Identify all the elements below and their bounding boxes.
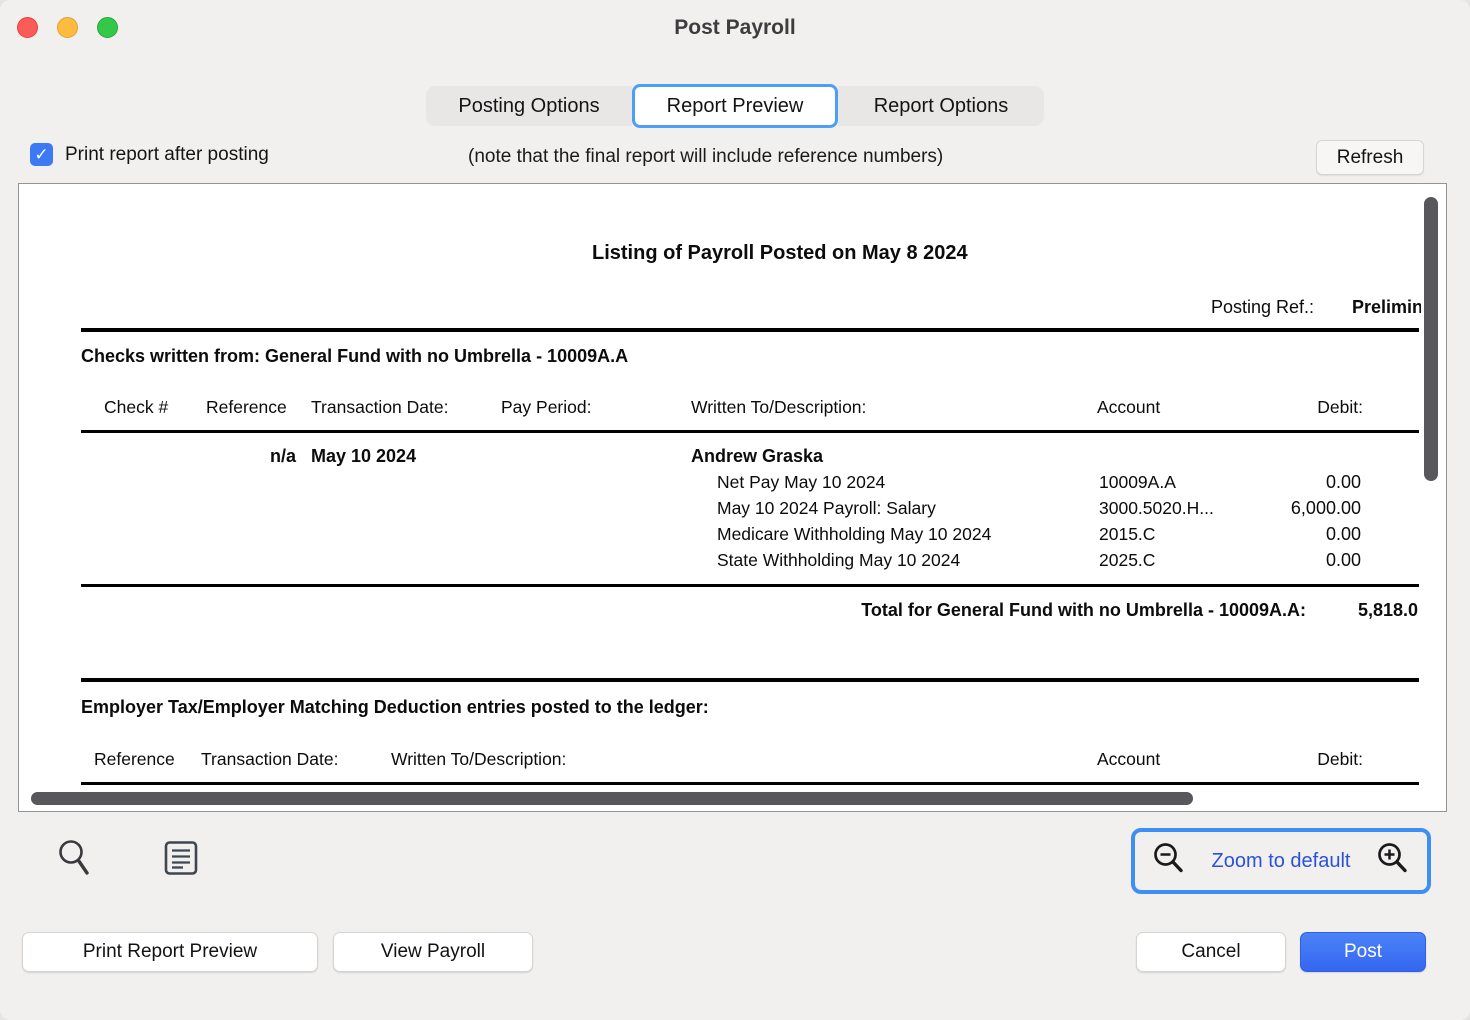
report-divider [81, 678, 1419, 682]
column-header-reference: Reference [206, 397, 287, 418]
options-row: ✓ Print report after posting (note that … [0, 140, 1470, 178]
print-report-checkbox[interactable]: ✓ Print report after posting [30, 143, 269, 166]
report-divider [81, 782, 1419, 785]
vertical-scrollbar[interactable] [1424, 197, 1438, 481]
entry-line-account: 10009A.A [1099, 472, 1176, 493]
minimize-window-button[interactable] [57, 17, 78, 38]
entry-line-debit: 0.00 [1197, 524, 1361, 545]
entry-line-account: 2015.C [1099, 524, 1155, 545]
report-divider [81, 328, 1419, 332]
entry-line-debit: 0.00 [1197, 550, 1361, 571]
refresh-button[interactable]: Refresh [1316, 140, 1424, 175]
window-title: Post Payroll [0, 0, 1470, 56]
report-title: Listing of Payroll Posted on May 8 2024 [592, 242, 968, 265]
report-preview-panel[interactable]: Listing of Payroll Posted on May 8 2024 … [18, 183, 1447, 812]
report-document: Listing of Payroll Posted on May 8 2024 … [19, 184, 1421, 811]
column-header-transaction-date: Transaction Date: [311, 397, 448, 418]
report-text-view-button[interactable] [163, 840, 199, 879]
column-header-debit: Debit: [1199, 749, 1363, 770]
entry-line-description: May 10 2024 Payroll: Salary [717, 498, 936, 519]
entry-line-debit: 6,000.00 [1197, 498, 1361, 519]
column-header-written-to: Written To/Description: [391, 749, 566, 770]
tab-posting-options[interactable]: Posting Options [426, 86, 632, 126]
zoom-to-default-label[interactable]: Zoom to default [1212, 850, 1351, 873]
column-header-reference: Reference [94, 749, 175, 770]
horizontal-scrollbar[interactable] [31, 792, 1193, 805]
print-report-preview-button[interactable]: Print Report Preview [22, 932, 318, 972]
report-document-icon [163, 864, 199, 879]
entry-reference: n/a [206, 446, 296, 467]
zoom-window-button[interactable] [97, 17, 118, 38]
fund-total-value: 5,818.0 [1358, 600, 1418, 621]
zoom-toolbar: Zoom to default [0, 826, 1470, 896]
posting-ref-value: Prelimina [1352, 297, 1421, 318]
fund-total-label: Total for General Fund with no Umbrella … [579, 600, 1306, 621]
entry-line-description: Medicare Withholding May 10 2024 [717, 524, 991, 545]
footer-button-bar: Print Report Preview View Payroll Cancel… [0, 932, 1470, 973]
entry-payee: Andrew Graska [691, 446, 823, 467]
report-divider [81, 430, 1419, 433]
cancel-button[interactable]: Cancel [1136, 932, 1286, 972]
post-button[interactable]: Post [1300, 932, 1426, 972]
column-header-account: Account [1097, 749, 1160, 770]
entry-line-debit: 0.00 [1197, 472, 1361, 493]
checkbox-checked-icon[interactable]: ✓ [30, 143, 53, 166]
zoom-out-icon[interactable] [1151, 841, 1187, 882]
print-report-checkbox-label: Print report after posting [65, 144, 269, 166]
report-divider [81, 584, 1419, 587]
entry-line-account: 2025.C [1099, 550, 1155, 571]
magnifier-icon [56, 869, 94, 884]
view-payroll-button[interactable]: View Payroll [333, 932, 533, 972]
column-header-debit: Debit: [1199, 397, 1363, 418]
column-header-check: Check # [104, 397, 168, 418]
employer-section-heading: Employer Tax/Employer Matching Deduction… [81, 697, 709, 718]
entry-transaction-date: May 10 2024 [311, 446, 416, 467]
footer-left-buttons: Print Report Preview View Payroll [22, 932, 533, 972]
tab-report-preview[interactable]: Report Preview [632, 84, 838, 128]
column-header-account: Account [1097, 397, 1160, 418]
zoom-to-default-control[interactable]: Zoom to default [1131, 828, 1431, 894]
column-header-pay-period: Pay Period: [501, 397, 591, 418]
reference-numbers-note: (note that the final report will include… [468, 146, 943, 168]
close-window-button[interactable] [17, 17, 38, 38]
column-header-written-to: Written To/Description: [691, 397, 866, 418]
tab-report-options[interactable]: Report Options [838, 86, 1044, 126]
column-header-transaction-date: Transaction Date: [201, 749, 338, 770]
tab-bar: Posting Options Report Preview Report Op… [0, 84, 1470, 128]
magnifier-tool-button[interactable] [56, 837, 94, 884]
footer-right-buttons: Cancel Post [1136, 932, 1426, 972]
checks-section-heading: Checks written from: General Fund with n… [81, 346, 628, 367]
title-bar: Post Payroll [0, 0, 1470, 56]
entry-line-description: Net Pay May 10 2024 [717, 472, 885, 493]
entry-line-description: State Withholding May 10 2024 [717, 550, 960, 571]
posting-ref-label: Posting Ref.: [1211, 297, 1314, 318]
post-payroll-window: Post Payroll Posting Options Report Prev… [0, 0, 1470, 1020]
zoom-in-icon[interactable] [1375, 841, 1411, 882]
